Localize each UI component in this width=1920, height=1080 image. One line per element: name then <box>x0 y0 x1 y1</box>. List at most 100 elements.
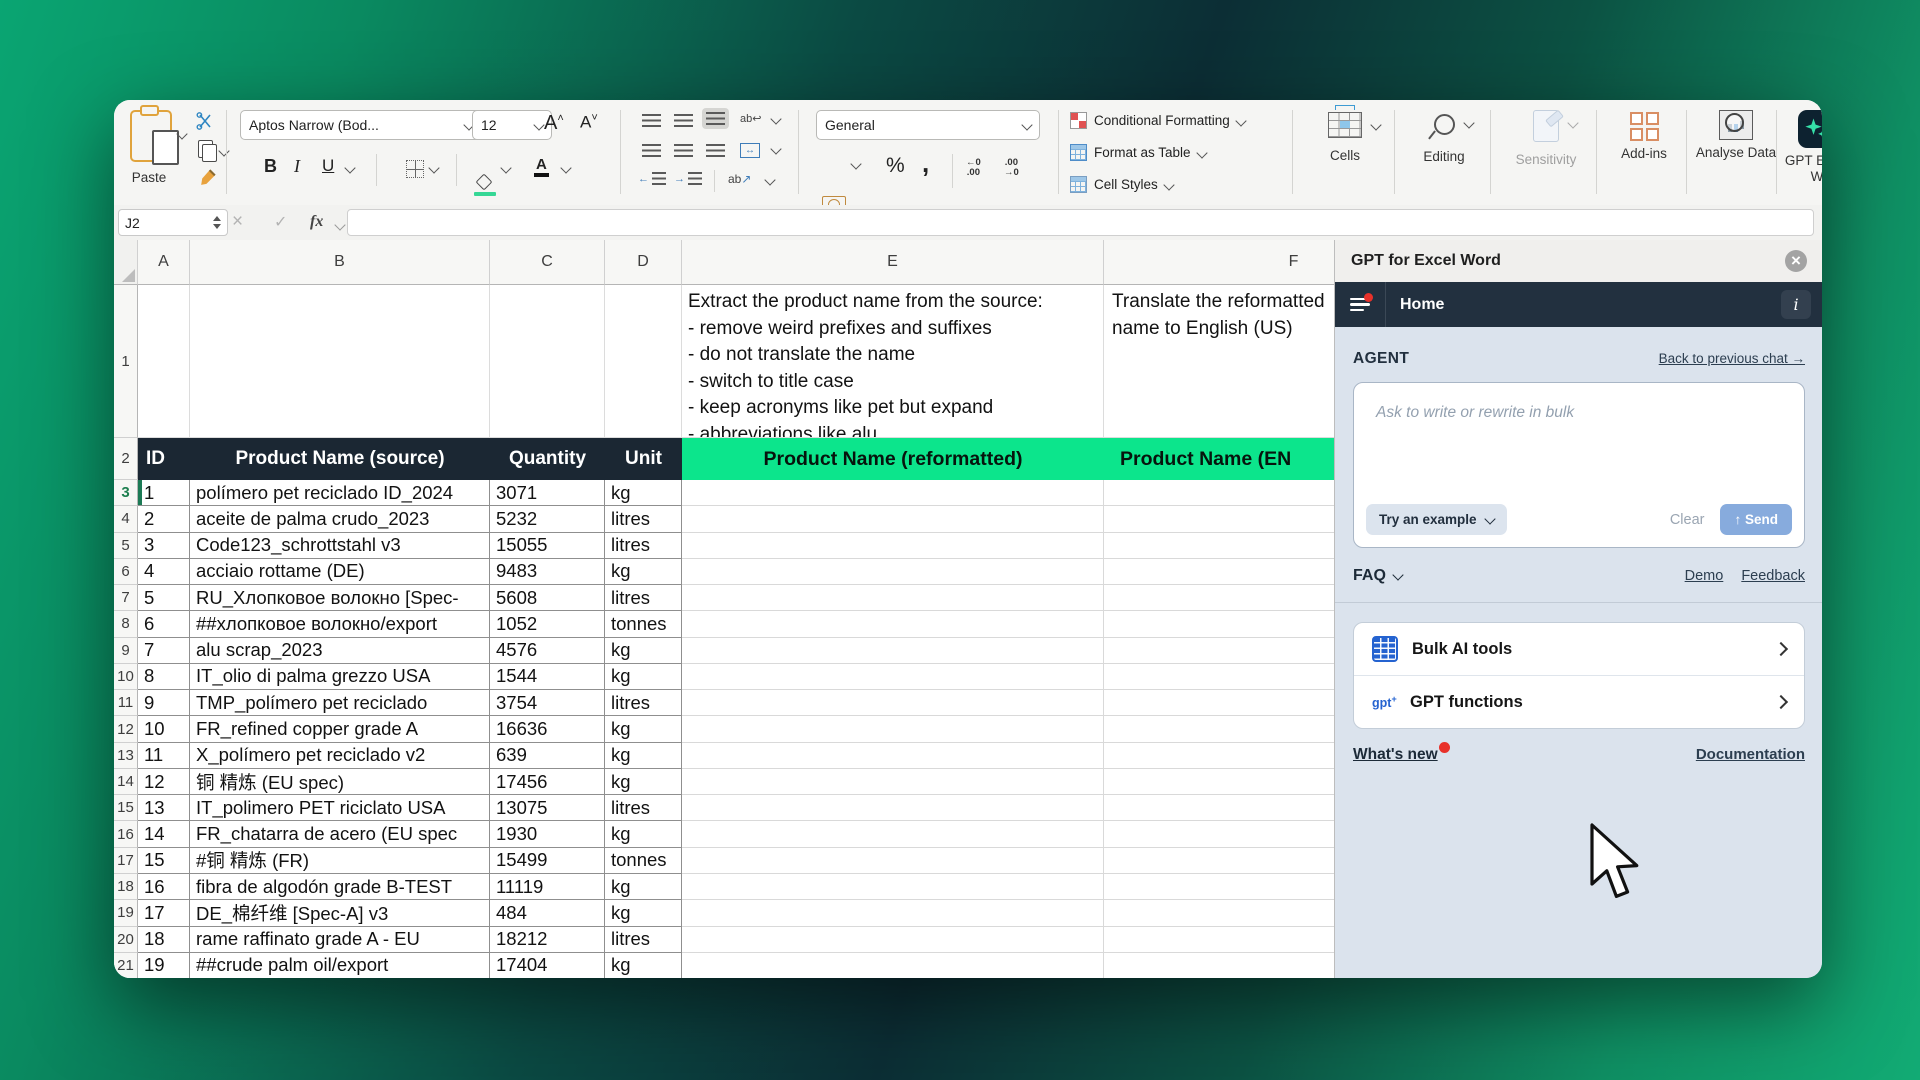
cell-unit[interactable]: kg <box>605 480 682 506</box>
decrease-decimal-button[interactable]: .00 →0 <box>1004 158 1019 178</box>
cell-english-empty[interactable] <box>1104 611 1334 637</box>
cell-unit[interactable]: litres <box>605 927 682 953</box>
cell-english-empty[interactable] <box>1104 743 1334 769</box>
cell-unit[interactable]: litres <box>605 585 682 611</box>
header-cell-reformatted[interactable]: Product Name (reformatted) <box>682 438 1104 480</box>
feedback-link[interactable]: Feedback <box>1741 568 1805 584</box>
cell-unit[interactable]: litres <box>605 506 682 532</box>
paste-icon[interactable] <box>130 110 172 162</box>
cancel-entry-icon[interactable]: × <box>232 209 243 234</box>
cell-product-name[interactable]: #铜 精炼 (FR) <box>190 848 490 874</box>
cell-quantity[interactable]: 9483 <box>490 559 605 585</box>
cell-id[interactable]: 6 <box>138 611 190 637</box>
name-box[interactable]: J2 <box>118 209 228 236</box>
conditional-formatting-button[interactable]: Conditional Formatting <box>1070 112 1245 129</box>
cell-product-name[interactable]: IT_polimero PET riciclato USA <box>190 795 490 821</box>
cell-quantity[interactable]: 3754 <box>490 690 605 716</box>
cell-id[interactable]: 9 <box>138 690 190 716</box>
analyse-data-button[interactable]: Analyse Data <box>1694 110 1778 161</box>
cell-english-empty[interactable] <box>1104 821 1334 847</box>
row-number[interactable]: 2 <box>114 438 138 480</box>
italic-button[interactable]: I <box>294 156 300 177</box>
cell-english-empty[interactable] <box>1104 953 1334 978</box>
cell-unit[interactable]: kg <box>605 638 682 664</box>
row-number[interactable]: 20 <box>114 927 138 953</box>
column-header-D[interactable]: D <box>605 240 682 285</box>
orientation-chevron-icon[interactable] <box>764 174 775 185</box>
cell-quantity[interactable]: 3071 <box>490 480 605 506</box>
cell-quantity[interactable]: 13075 <box>490 795 605 821</box>
editing-button[interactable]: Editing <box>1402 112 1486 165</box>
cell-english-empty[interactable] <box>1104 874 1334 900</box>
cell-reformatted-empty[interactable] <box>682 743 1104 769</box>
cell-product-name[interactable]: alu scrap_2023 <box>190 638 490 664</box>
cell-e1-instructions[interactable]: Extract the product name from the source… <box>682 285 1104 438</box>
cell-quantity[interactable]: 1052 <box>490 611 605 637</box>
cell-unit[interactable]: litres <box>605 690 682 716</box>
cell-reformatted-empty[interactable] <box>682 638 1104 664</box>
row-number[interactable]: 14 <box>114 769 138 795</box>
cell-english-empty[interactable] <box>1104 533 1334 559</box>
column-header-E[interactable]: E <box>682 240 1104 285</box>
cell-product-name[interactable]: DE_棉纤维 [Spec-A] v3 <box>190 900 490 926</box>
header-cell-english[interactable]: Product Name (EN <box>1104 438 1334 480</box>
cell-product-name[interactable]: 铜 精炼 (EU spec) <box>190 769 490 795</box>
cell-quantity[interactable]: 639 <box>490 743 605 769</box>
row-number[interactable]: 17 <box>114 848 138 874</box>
cell-product-name[interactable]: acciaio rottame (DE) <box>190 559 490 585</box>
row-number[interactable]: 1 <box>114 285 138 438</box>
cell[interactable] <box>138 285 190 438</box>
cell-english-empty[interactable] <box>1104 690 1334 716</box>
back-to-previous-chat-link[interactable]: Back to previous chat → <box>1659 351 1805 366</box>
grow-font-button[interactable]: A˄ <box>544 112 564 135</box>
cell-reformatted-empty[interactable] <box>682 585 1104 611</box>
cell-id[interactable]: 18 <box>138 927 190 953</box>
cell-product-name[interactable]: X_polímero pet reciclado v2 <box>190 743 490 769</box>
cell-id[interactable]: 19 <box>138 953 190 978</box>
cell-id[interactable]: 10 <box>138 716 190 742</box>
header-cell-unit[interactable]: Unit <box>605 438 682 480</box>
cell-reformatted-empty[interactable] <box>682 874 1104 900</box>
cell-reformatted-empty[interactable] <box>682 900 1104 926</box>
cell-unit[interactable]: tonnes <box>605 611 682 637</box>
wrap-text-chevron-icon[interactable] <box>770 113 781 124</box>
orientation-icon[interactable] <box>728 172 751 186</box>
cell-quantity[interactable]: 1544 <box>490 664 605 690</box>
cell-id[interactable]: 8 <box>138 664 190 690</box>
cell-f1-instructions[interactable]: Translate the reformatted name to Englis… <box>1104 285 1334 438</box>
shrink-font-button[interactable]: A˅ <box>580 112 598 133</box>
cell-unit[interactable]: kg <box>605 900 682 926</box>
addins-button[interactable]: Add-ins <box>1604 112 1684 162</box>
cell-quantity[interactable]: 1930 <box>490 821 605 847</box>
cell[interactable] <box>190 285 490 438</box>
cell-english-empty[interactable] <box>1104 848 1334 874</box>
cell-english-empty[interactable] <box>1104 638 1334 664</box>
font-color-chevron-icon[interactable] <box>560 162 571 173</box>
formula-input[interactable] <box>347 209 1814 236</box>
header-cell-name[interactable]: Product Name (source) <box>190 438 490 480</box>
cell-english-empty[interactable] <box>1104 900 1334 926</box>
whats-new-link[interactable]: What's new <box>1353 746 1438 764</box>
cell-quantity[interactable]: 17456 <box>490 769 605 795</box>
increase-indent-icon[interactable]: → <box>674 172 702 185</box>
cell-product-name[interactable]: IT_olio di palma grezzo USA <box>190 664 490 690</box>
accounting-chevron-icon[interactable] <box>850 158 861 169</box>
row-number[interactable]: 5 <box>114 533 138 559</box>
cell-unit[interactable]: kg <box>605 874 682 900</box>
row-number[interactable]: 11 <box>114 690 138 716</box>
cell-product-name[interactable]: ##хлопковое волокно/export <box>190 611 490 637</box>
documentation-link[interactable]: Documentation <box>1696 746 1805 763</box>
row-number[interactable]: 9 <box>114 638 138 664</box>
cell-english-empty[interactable] <box>1104 585 1334 611</box>
row-number[interactable]: 6 <box>114 559 138 585</box>
align-right-icon[interactable] <box>706 144 725 157</box>
cell-reformatted-empty[interactable] <box>682 927 1104 953</box>
cell-id[interactable]: 15 <box>138 848 190 874</box>
cell-english-empty[interactable] <box>1104 480 1334 506</box>
format-as-table-button[interactable]: Format as Table <box>1070 144 1206 161</box>
cell-quantity[interactable]: 5608 <box>490 585 605 611</box>
row-number[interactable]: 8 <box>114 611 138 637</box>
font-color-icon[interactable] <box>534 157 549 177</box>
cell-product-name[interactable]: FR_refined copper grade A <box>190 716 490 742</box>
cell-product-name[interactable]: polímero pet reciclado ID_2024 <box>190 480 490 506</box>
